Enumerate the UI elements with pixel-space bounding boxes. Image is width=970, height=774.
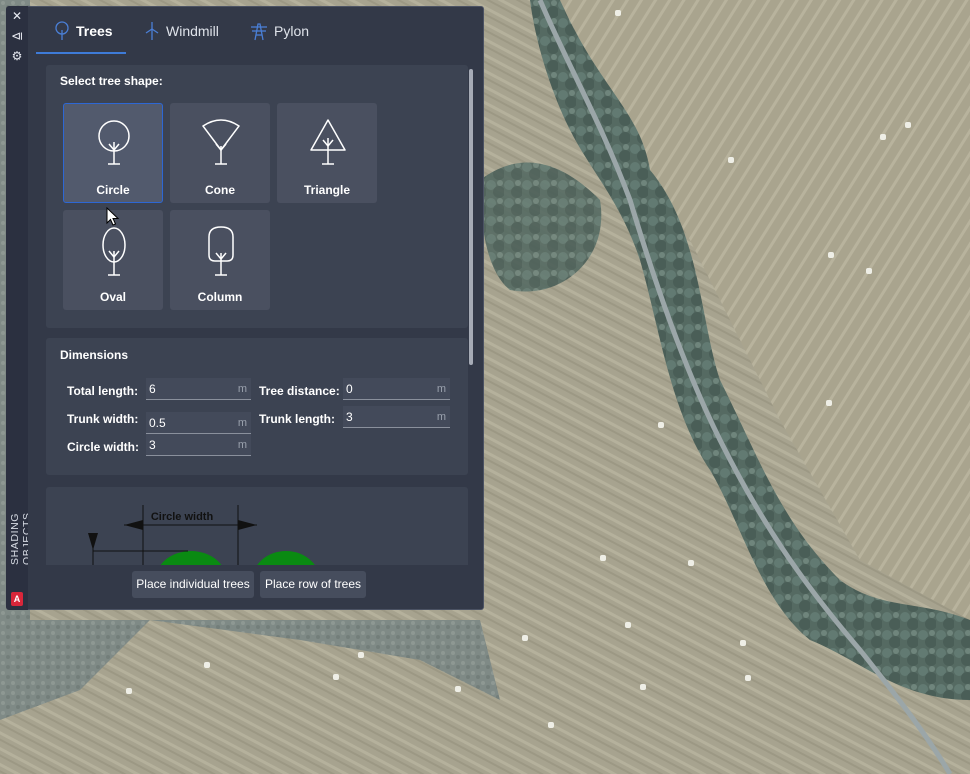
shape-label-oval: Oval bbox=[99, 290, 126, 304]
tab-trees[interactable]: Trees bbox=[54, 21, 113, 53]
tab-windmill-label: Windmill bbox=[166, 23, 219, 39]
trunk-length-label: Trunk length: bbox=[259, 412, 335, 426]
trunk-width-unit: m bbox=[237, 417, 247, 429]
trunk-width-field[interactable]: 0.5 m bbox=[146, 412, 251, 434]
tree-crown-1 bbox=[160, 551, 222, 565]
trunk-length-unit: m bbox=[436, 411, 446, 423]
tree-shape-section: Select tree shape: Circle Cone Triangle … bbox=[46, 65, 468, 328]
shape-label-circle: Circle bbox=[96, 183, 130, 197]
trunk-width-label: Trunk width: bbox=[67, 412, 139, 426]
panel-title: SHADING OBJECTS bbox=[9, 512, 33, 566]
dimension-diagram: Circle width bbox=[88, 505, 315, 565]
app-logo-icon: A bbox=[11, 592, 23, 606]
tree-distance-field[interactable]: 0 m bbox=[343, 378, 450, 400]
dimension-diagram-section: Circle width bbox=[46, 487, 468, 565]
panel-scroll-area: Select tree shape: Circle Cone Triangle … bbox=[46, 65, 469, 565]
trunk-length-field[interactable]: 3 m bbox=[343, 406, 450, 428]
shape-card-column[interactable]: Column bbox=[170, 210, 270, 310]
active-tab-indicator bbox=[36, 52, 126, 54]
dimensions-title: Dimensions bbox=[60, 348, 129, 362]
oval-tree-icon bbox=[102, 227, 126, 276]
tab-windmill[interactable]: Windmill bbox=[144, 22, 219, 53]
circle-width-diagram-label: Circle width bbox=[151, 511, 214, 523]
total-length-field[interactable]: 6 m bbox=[146, 378, 251, 400]
cone-tree-icon bbox=[202, 119, 240, 165]
shading-objects-panel: Trees Windmill Pylon Select tree shape: … bbox=[28, 6, 484, 610]
close-icon[interactable]: ✕ bbox=[6, 6, 28, 26]
tree-icon bbox=[55, 21, 69, 40]
place-individual-trees-button[interactable]: Place individual trees bbox=[132, 571, 254, 598]
panel-side-strip: ✕ ⧏ ⚙ SHADING OBJECTS A bbox=[6, 6, 33, 610]
shape-card-cone[interactable]: Cone bbox=[170, 103, 270, 203]
dimensions-section: Dimensions Total length: 6 m Tree distan… bbox=[46, 338, 468, 475]
place-row-of-trees-button[interactable]: Place row of trees bbox=[260, 571, 366, 598]
shape-label-triangle: Triangle bbox=[303, 183, 350, 197]
circle-tree-icon bbox=[98, 120, 130, 165]
total-length-label: Total length: bbox=[67, 384, 139, 398]
shape-label-cone: Cone bbox=[205, 183, 235, 197]
tree-shape-title: Select tree shape: bbox=[60, 74, 163, 88]
total-length-value: 6 bbox=[149, 382, 156, 396]
tree-distance-unit: m bbox=[436, 383, 446, 395]
circle-width-unit: m bbox=[237, 439, 247, 451]
pylon-icon bbox=[251, 23, 267, 41]
tab-trees-label: Trees bbox=[76, 23, 113, 39]
tree-crown-2 bbox=[257, 551, 315, 565]
mouse-cursor-icon bbox=[106, 207, 120, 226]
circle-width-field[interactable]: 3 m bbox=[146, 434, 251, 456]
column-tree-icon bbox=[208, 226, 234, 276]
circle-width-value: 3 bbox=[149, 438, 156, 452]
total-length-unit: m bbox=[237, 383, 247, 395]
trunk-width-value: 0.5 bbox=[149, 416, 166, 430]
trunk-length-value: 3 bbox=[346, 410, 353, 424]
shape-card-circle[interactable]: Circle bbox=[63, 103, 163, 203]
tab-pylon[interactable]: Pylon bbox=[250, 23, 309, 53]
tree-distance-label: Tree distance: bbox=[259, 384, 340, 398]
settings-icon[interactable]: ⚙ bbox=[6, 46, 28, 66]
shape-label-column: Column bbox=[197, 290, 243, 304]
triangle-tree-icon bbox=[310, 119, 346, 165]
tab-bar: Trees Windmill Pylon bbox=[28, 7, 483, 55]
panel-scrollbar[interactable] bbox=[469, 69, 473, 365]
tree-distance-value: 0 bbox=[346, 382, 353, 396]
shape-card-triangle[interactable]: Triangle bbox=[277, 103, 377, 203]
circle-width-label: Circle width: bbox=[67, 440, 140, 454]
windmill-icon bbox=[145, 22, 159, 40]
collapse-icon[interactable]: ⧏ bbox=[6, 26, 28, 46]
tab-pylon-label: Pylon bbox=[274, 23, 310, 39]
